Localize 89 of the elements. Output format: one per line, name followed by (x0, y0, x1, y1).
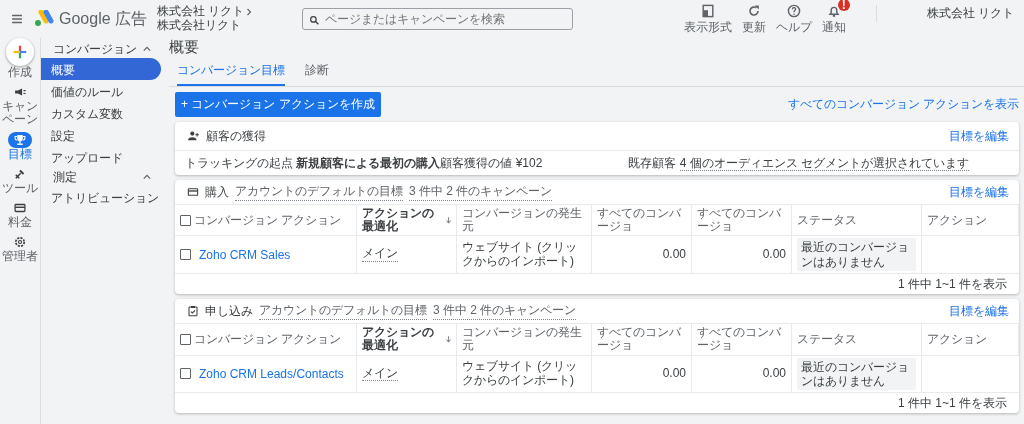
detail-label: トラッキングの起点 (185, 155, 293, 170)
table-cell: メイン (362, 247, 398, 263)
toolbar-button[interactable]: 表示形式 (683, 2, 732, 36)
column-header[interactable]: アクション (922, 324, 1019, 356)
audience-segments-link[interactable]: 4 個のオーディエンス セグメントが選択されています (679, 155, 969, 171)
column-header[interactable]: ステータス (792, 324, 922, 356)
logo-icon (34, 10, 54, 28)
column-header[interactable]: アクションの最適化 (357, 205, 457, 237)
sidebar-item[interactable]: アトリビューション (41, 186, 161, 208)
column-header[interactable]: すべてのコンバージョ (692, 205, 792, 237)
sidebar-group[interactable]: 測定 (41, 168, 161, 186)
chevron-icon (143, 46, 151, 52)
card-title: 申し込み (205, 302, 253, 320)
user-account[interactable]: 株式会社 リクト (875, 5, 1014, 22)
search-field[interactable]: ページまたはキャンペーンを検索 (302, 8, 574, 30)
campaign-count[interactable]: 3 件中 2 件のキャンペーン (433, 302, 577, 321)
column-header[interactable]: コンバージョン アクション (175, 324, 357, 356)
admin-icon (13, 235, 27, 250)
sidebar-item[interactable]: 価値のルール (41, 80, 161, 102)
table-cell: 0.00 (662, 247, 686, 262)
column-header[interactable]: すべてのコンバージョ (592, 324, 692, 356)
tab[interactable]: コンバージョン目標 (177, 58, 285, 86)
help-icon (785, 2, 802, 19)
column-header[interactable]: アクションの最適化 (357, 324, 457, 356)
edit-goal-link[interactable]: 目標を編集 (949, 127, 1009, 145)
sort-arrow-icon (445, 215, 451, 225)
row-checkbox[interactable] (180, 249, 191, 261)
conversion-action-link[interactable]: Zoho CRM Sales (199, 247, 291, 262)
conversion-action-link[interactable]: Zoho CRM Leads/Contacts (199, 366, 344, 381)
sort-arrow-icon (445, 334, 451, 344)
search-icon (309, 15, 321, 26)
column-header[interactable]: すべてのコンバージョ (592, 205, 692, 237)
nav-rail-item[interactable]: キャンペーン (0, 84, 41, 127)
breadcrumb-link[interactable]: 株式会社 リクト (157, 5, 245, 19)
create-action-button[interactable]: + コンバージョン アクションを作成 (175, 92, 381, 117)
column-header[interactable]: ステータス (792, 205, 922, 237)
detail-label: 既存顧客 (628, 155, 677, 170)
menu-icon (10, 12, 24, 26)
sidebar-item[interactable]: アップロード (41, 146, 161, 168)
column-header[interactable]: アクション (922, 205, 1019, 237)
column-header[interactable]: すべてのコンバージョ (692, 324, 792, 356)
view-all-link[interactable]: すべてのコンバージョン アクションを表示 (787, 96, 1019, 113)
row-checkbox[interactable] (180, 368, 191, 380)
column-header[interactable]: コンバージョンの発生元 (457, 324, 592, 356)
tab[interactable]: 診断 (305, 58, 329, 86)
nav-rail-item[interactable]: 目標 (0, 131, 41, 161)
nav-rail-item[interactable]: 料金 (0, 199, 41, 230)
table-cell: メイン (362, 366, 398, 382)
campaign-count[interactable]: 3 件中 2 件のキャンペーン (409, 183, 553, 201)
column-header[interactable]: コンバージョン アクション (175, 205, 357, 237)
table-cell: 0.00 (762, 367, 786, 381)
default-goal-label[interactable]: アカウントのデフォルトの目標 (259, 302, 427, 321)
card-title: 顧客の獲得 (206, 127, 266, 145)
nav-rail-item[interactable]: 管理者 (0, 234, 41, 264)
card-title: 購入 (205, 183, 229, 201)
table-cell: 0.00 (662, 367, 686, 381)
detail-value: ¥102 (515, 155, 543, 170)
edit-goal-link[interactable]: 目標を編集 (949, 183, 1009, 201)
table-cell-text: ウェブサイト (クリックからのインポート) (462, 360, 579, 388)
appearance-icon (699, 2, 716, 19)
sidebar-item[interactable]: 設定 (41, 124, 161, 146)
table-cell: 0.00 (762, 247, 786, 262)
pagination-text: 1 件中 1~1 件を表示 (897, 394, 1007, 412)
toolbar-button[interactable]: 更新 (741, 2, 766, 36)
default-goal-label[interactable]: アカウントのデフォルトの目標 (235, 183, 403, 201)
table-cell-text: ウェブサイト (クリックからのインポート) (462, 240, 579, 269)
status-chip: 最近のコンバージョンはありません (797, 238, 916, 272)
sidebar-item[interactable]: 概要 (41, 58, 161, 80)
column-header[interactable]: コンバージョンの発生元 (457, 205, 592, 237)
page-title: 概要 (169, 38, 200, 57)
credit-card-icon (187, 186, 199, 198)
toolbar-button[interactable]: ヘルプ (775, 2, 812, 36)
detail-value: 新規顧客による最初の購入 (296, 155, 441, 170)
detail-label: 顧客獲得の値 (440, 155, 513, 170)
sidebar-item[interactable]: カスタム変数 (41, 102, 161, 124)
product-name: Google 広告 (59, 8, 148, 29)
sidebar-group[interactable]: コンバージョン (41, 40, 161, 58)
clipboard-check-icon (187, 305, 199, 318)
nav-rail-item[interactable]: ツール (0, 165, 41, 195)
chevron-icon (143, 174, 151, 180)
create-button[interactable]: 作成 (0, 38, 41, 80)
person-add-icon (187, 130, 200, 142)
trophy-icon (13, 132, 27, 147)
account-name: 株式会社リクト (157, 19, 243, 33)
plus-icon (11, 43, 29, 61)
status-chip: 最近のコンバージョンはありません (797, 357, 916, 391)
chevron-right-icon (246, 8, 253, 17)
pagination-text: 1 件中 1~1 件を表示 (897, 275, 1007, 293)
edit-goal-link[interactable]: 目標を編集 (949, 302, 1009, 320)
